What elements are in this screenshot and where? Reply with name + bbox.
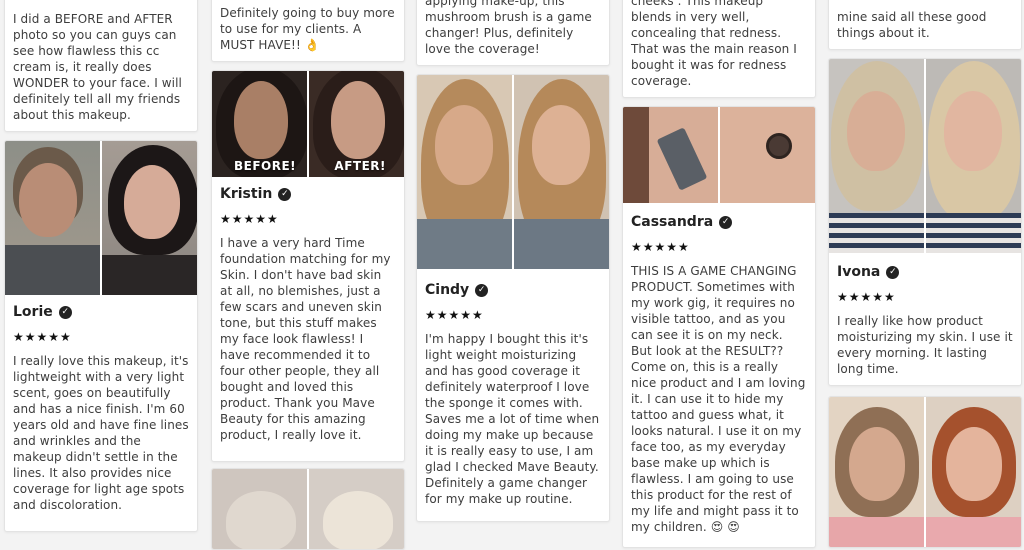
- after-photo: [718, 107, 815, 203]
- before-photo: [623, 107, 718, 203]
- reviewer-row: Cassandra ✓: [631, 214, 807, 230]
- reviewer-name: Lorie: [13, 304, 53, 320]
- before-after-photo: [417, 75, 609, 269]
- review-text: applying make-up, this mushroom brush is…: [425, 0, 592, 56]
- reviewer-row: Cindy ✓: [425, 282, 601, 298]
- review-card-partial: mine said all these good things about it…: [828, 0, 1022, 50]
- review-text: I really love this makeup, it's lightwei…: [13, 354, 189, 512]
- verified-check-icon: ✓: [719, 215, 733, 229]
- before-photo: [5, 141, 100, 295]
- star-rating: ★★★★★: [13, 330, 72, 344]
- review-text: I did a BEFORE and AFTER photo so you ca…: [13, 12, 182, 122]
- reviewer-row: Kristin ✓: [220, 186, 396, 202]
- star-rating: ★★★★★: [425, 308, 484, 322]
- reviewer-row: Lorie ✓: [13, 304, 189, 320]
- before-after-photo: [5, 141, 197, 295]
- review-card-partial: I did a BEFORE and AFTER photo so you ca…: [4, 0, 198, 132]
- reviewer-row: Ivona ✓: [837, 264, 1013, 280]
- review-text: I have a very hard Time foundation match…: [220, 236, 391, 442]
- review-text: THIS IS A GAME CHANGING PRODUCT. Sometim…: [631, 264, 806, 534]
- star-rating: ★★★★★: [837, 290, 896, 304]
- review-card-cassandra: Cassandra ✓ ★★★★★ THIS IS A GAME CHANGIN…: [622, 106, 816, 548]
- before-after-photo: [623, 107, 815, 203]
- review-card-ivona: Ivona ✓ ★★★★★ I really like how product …: [828, 58, 1022, 386]
- star-rating: ★★★★★: [220, 212, 279, 226]
- before-after-photo: [829, 59, 1021, 253]
- review-text: I'm happy I bought this it's light weigh…: [425, 332, 600, 506]
- verified-check-icon: ✓: [278, 187, 292, 201]
- before-photo: BEFORE!: [212, 71, 307, 177]
- star-rating: ★★★★★: [631, 240, 690, 254]
- review-card-lorie: Lorie ✓ ★★★★★ I really love this makeup,…: [4, 140, 198, 532]
- review-text: I really like how product moisturizing m…: [837, 314, 1013, 376]
- before-photo: [417, 75, 512, 269]
- review-card-partial-bottom: [828, 396, 1022, 548]
- heart-eyes-emoji: 😍 😍: [710, 520, 740, 534]
- reviewer-name: Cassandra: [631, 214, 714, 230]
- verified-check-icon: ✓: [886, 265, 900, 279]
- after-photo: [924, 59, 1021, 253]
- verified-check-icon: ✓: [58, 305, 72, 319]
- before-label: BEFORE!: [234, 159, 297, 173]
- before-after-photo: [212, 469, 404, 549]
- review-card-cindy: Cindy ✓ ★★★★★ I'm happy I bought this it…: [416, 74, 610, 522]
- review-card-kristin: BEFORE! AFTER! Kristin ✓ ★★★★★ I have a …: [211, 70, 405, 462]
- review-card-partial: Definitely going to buy more to use for …: [211, 0, 405, 62]
- after-label: AFTER!: [334, 159, 386, 173]
- before-after-photo: BEFORE! AFTER!: [212, 71, 404, 177]
- review-card-partial: applying make-up, this mushroom brush is…: [416, 0, 610, 66]
- review-card-partial: cheeks . This makeup blends in very well…: [622, 0, 816, 98]
- after-photo: AFTER!: [307, 71, 404, 177]
- reviewer-name: Cindy: [425, 282, 470, 298]
- ok-hand-emoji: 👌: [304, 38, 320, 52]
- review-card-partial-bottom: [211, 468, 405, 550]
- review-text: cheeks . This makeup blends in very well…: [631, 0, 797, 88]
- reviewer-name: Kristin: [220, 186, 273, 202]
- verified-check-icon: ✓: [475, 283, 489, 297]
- before-after-photo: [829, 397, 1021, 547]
- review-text: mine said all these good things about it…: [837, 10, 987, 40]
- after-photo: [512, 75, 609, 269]
- before-photo: [829, 59, 924, 253]
- review-text: Definitely going to buy more to use for …: [220, 6, 395, 52]
- reviewer-name: Ivona: [837, 264, 881, 280]
- after-photo: [100, 141, 197, 295]
